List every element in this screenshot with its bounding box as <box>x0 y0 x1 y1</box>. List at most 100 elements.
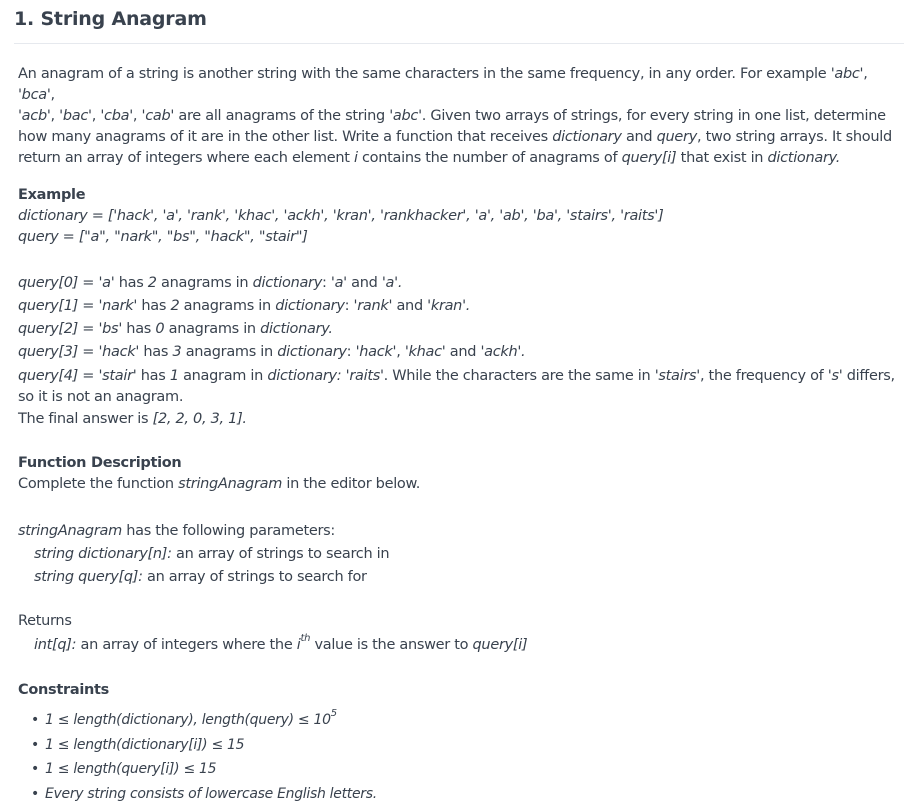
text-fragment: has <box>122 321 156 337</box>
list-item: • 1 ≤ length(dictionary[i]) ≤ 15 <box>31 733 904 758</box>
problem-page: 1. String Anagram An anagram of a string… <box>0 0 923 811</box>
example-string: 'abc' <box>830 66 864 82</box>
constraints-heading: Constraints <box>18 682 109 698</box>
bullet-icon: • <box>31 761 39 777</box>
text-fragment: has the following parameters: <box>121 523 335 539</box>
title-divider <box>14 43 904 44</box>
text-fragment: : <box>344 298 354 314</box>
text-fragment: value is the answer to <box>310 637 473 653</box>
separator: , <box>50 108 60 124</box>
variable-name: query[i] <box>472 637 528 653</box>
example-query: query = ["a", "nark", "bs", "hack", "sta… <box>18 227 904 248</box>
list-item: • 1 ≤ length(query[i]) ≤ 15 <box>31 757 904 782</box>
returns-label: Returns <box>18 613 72 629</box>
query-value: 'bs' <box>98 321 122 337</box>
text-fragment: has <box>136 368 170 384</box>
text-fragment: Complete the function <box>18 476 179 492</box>
bullet-icon: • <box>31 736 39 753</box>
query-value: 'nark' <box>98 298 138 314</box>
param-name: dictionary. <box>767 150 841 166</box>
param-name: dictionary <box>552 129 622 145</box>
text-fragment: anagram in <box>178 368 268 384</box>
text-fragment: = <box>78 275 99 291</box>
query-ref: query[0] <box>18 275 78 291</box>
function-description-text: Complete the function stringAnagram in t… <box>18 474 904 495</box>
page-title: 1. String Anagram <box>14 8 207 30</box>
param-name: dictionary <box>275 298 345 314</box>
param-name: query <box>656 129 698 145</box>
intro-paragraph: An anagram of a string is another string… <box>18 64 904 169</box>
intro-text: An anagram of a string is another string… <box>18 66 831 82</box>
text-fragment: = <box>78 344 99 360</box>
parameter-description: an array of strings to search in <box>171 546 390 562</box>
example-heading: Example <box>18 187 86 203</box>
parameter-description: an array of strings to search for <box>142 569 367 585</box>
text-fragment: = <box>78 368 99 384</box>
constraint-text: Every string consists of lowercase Engli… <box>45 785 377 802</box>
match-value: 'stairs' <box>654 368 701 384</box>
example-string: 'bac' <box>59 108 92 124</box>
dictionary-array: dictionary = ['hack', 'a', 'rank', 'khac… <box>18 208 664 224</box>
match-value: 'kran'. <box>427 298 471 314</box>
example-string: 'acb' <box>18 108 51 124</box>
query-ref: query[1] <box>18 298 78 314</box>
text-fragment: , <box>396 344 405 360</box>
problem-statement: An anagram of a string is another string… <box>18 64 904 806</box>
match-value: 'hack' <box>355 344 397 360</box>
param-name: dictionary. <box>260 321 333 337</box>
match-value: 's' <box>827 368 843 384</box>
returns-description: int[q]: an array of integers where the i… <box>18 632 904 658</box>
parameters-intro: stringAnagram has the following paramete… <box>18 520 904 543</box>
list-item: • 1 ≤ length(dictionary), length(query) ≤… <box>31 708 904 733</box>
intro-text: that exist in <box>676 150 768 166</box>
query-value: 'a' <box>98 275 115 291</box>
text-fragment: : <box>322 275 331 291</box>
query-explanation-2: query[2] = 'bs' has 0 anagrams in dictio… <box>18 318 904 341</box>
count-value: 0 <box>155 321 165 337</box>
query-value: 'stair' <box>98 368 137 384</box>
text-fragment: The final answer is <box>18 411 153 427</box>
separator: , <box>132 108 142 124</box>
text-fragment: , the frequency of <box>699 368 828 384</box>
text-fragment: = <box>78 321 99 337</box>
text-fragment: in the editor below. <box>282 476 421 492</box>
superscript: 5 <box>330 708 337 720</box>
example-string: 'cab' <box>141 108 175 124</box>
text-fragment: and <box>346 275 382 291</box>
parameter-signature: string query[q]: <box>34 569 143 585</box>
query-explanation-1: query[1] = 'nark' has 2 anagrams in dict… <box>18 295 904 318</box>
bullet-icon: • <box>31 712 39 728</box>
text-fragment: : <box>346 344 356 360</box>
text-fragment: has <box>139 344 173 360</box>
final-answer: The final answer is [2, 2, 0, 3, 1]. <box>18 408 904 431</box>
parameter-query: string query[q]: an array of strings to … <box>18 566 904 589</box>
query-ref: query[2] <box>18 321 78 337</box>
query-explanation-0: query[0] = 'a' has 2 anagrams in diction… <box>18 272 904 295</box>
text-fragment: anagrams in <box>179 298 276 314</box>
example-string: 'bca' <box>18 87 51 103</box>
example-string: 'abc' <box>389 108 422 124</box>
intro-text: contains the number of anagrams of <box>357 150 622 166</box>
intro-text: and <box>621 129 657 145</box>
superscript: th <box>300 633 311 645</box>
text-fragment: anagrams in <box>181 344 278 360</box>
constraint-text: 1 ≤ length(query[i]) ≤ 15 <box>45 761 217 777</box>
query-value: 'hack' <box>98 344 140 360</box>
match-value: 'ackh'. <box>480 344 526 360</box>
bullet-icon: • <box>31 785 39 802</box>
match-value: 'khac' <box>404 344 446 360</box>
constraint-text: 1 ≤ length(dictionary[i]) ≤ 15 <box>45 736 245 753</box>
text-fragment: an array of integers where the <box>76 637 297 653</box>
text-fragment: has <box>114 275 148 291</box>
param-name: dictionary <box>252 275 323 291</box>
match-value: 'a' <box>330 275 347 291</box>
function-name: stringAnagram <box>18 523 122 539</box>
answer-value: [2, 2, 0, 3, 1]. <box>152 411 247 427</box>
constraint-text: 1 ≤ length(dictionary), length(query) ≤ … <box>45 712 331 728</box>
parameter-dictionary: string dictionary[n]: an array of string… <box>18 543 904 566</box>
query-ref: query[4] <box>18 368 78 384</box>
query-array: query = ["a", "nark", "bs", "hack", "sta… <box>18 229 308 245</box>
list-item: • Every string consists of lowercase Engl… <box>31 782 904 807</box>
intro-text: are all anagrams of the string <box>174 108 390 124</box>
query-ref: query[3] <box>18 344 78 360</box>
